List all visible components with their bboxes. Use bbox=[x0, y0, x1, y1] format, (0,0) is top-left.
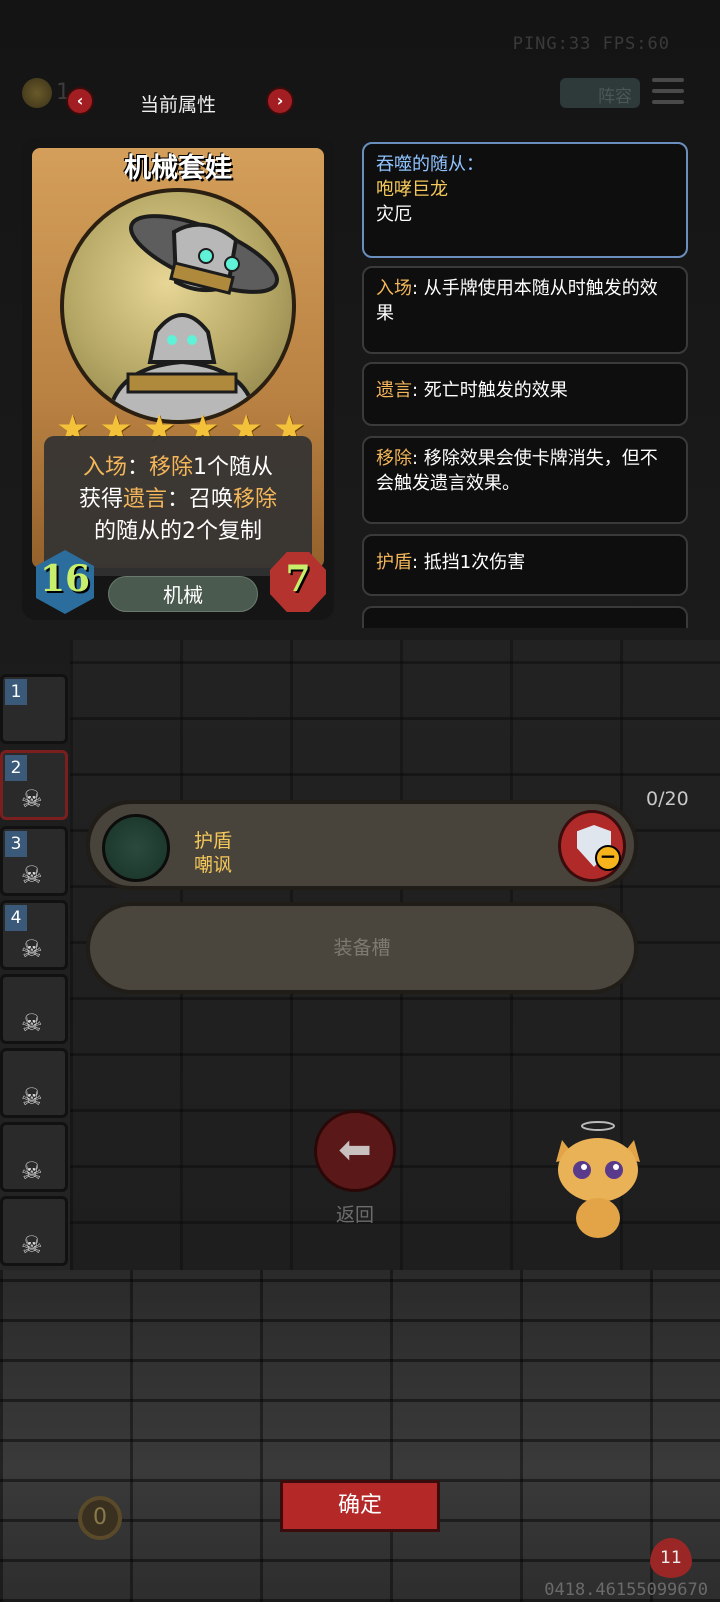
coin-icon bbox=[22, 78, 52, 108]
card-art bbox=[60, 188, 296, 424]
page-title: 当前属性 bbox=[140, 94, 217, 116]
keyword-panel-shield: 护盾: 抵挡1次伤害 bbox=[362, 534, 688, 596]
desc-text: 获得 bbox=[78, 487, 123, 512]
keyword-deathrattle: 遗言 bbox=[122, 487, 167, 512]
cat-mascot-icon bbox=[556, 1121, 640, 1238]
skull-icon: ☠ bbox=[21, 1009, 43, 1037]
bench-slot[interactable]: ☠ bbox=[0, 1196, 68, 1266]
next-arrow-button[interactable]: › bbox=[266, 87, 294, 115]
keyword-desc: : 死亡时触发的效果 bbox=[412, 380, 568, 401]
lineup-button[interactable]: 阵容 bbox=[560, 78, 640, 108]
bench-slot[interactable]: ☠ bbox=[0, 974, 68, 1044]
remove-shield-button[interactable]: − bbox=[558, 810, 626, 882]
keyword-battlecry: 入场 bbox=[82, 455, 127, 480]
bench-number: 1 bbox=[5, 679, 27, 705]
skull-icon: ☠ bbox=[21, 861, 43, 889]
confirm-button[interactable]: 确定 bbox=[280, 1480, 440, 1532]
keyword-desc: : 从手牌使用本随从时触发的效果 bbox=[376, 278, 658, 324]
keyword-panel-remove: 移除: 移除效果会使卡牌消失，但不会触发遗言效果。 bbox=[362, 436, 688, 524]
bench-number: 3 bbox=[5, 831, 27, 857]
card-counter: 0/20 bbox=[646, 788, 689, 810]
card-attack: 16 bbox=[39, 558, 91, 600]
skull-icon: ☠ bbox=[21, 785, 43, 813]
devour-item: 灾厄 bbox=[376, 204, 412, 225]
back-button[interactable]: ⬅ bbox=[314, 1110, 396, 1192]
minus-icon: − bbox=[595, 845, 621, 871]
bench-slot[interactable]: 2 ☠ bbox=[0, 750, 68, 820]
keyword-remove: 移除 bbox=[233, 487, 278, 512]
hero-health: 11 bbox=[650, 1538, 692, 1578]
menu-icon[interactable] bbox=[652, 78, 684, 106]
bench-slot[interactable]: 4 ☠ bbox=[0, 900, 68, 970]
desc-text: 的随从的2个复制 bbox=[94, 519, 262, 544]
attribute-row: 护盾 嘲讽 − bbox=[86, 800, 638, 890]
dungeon-floor bbox=[0, 1270, 720, 1602]
keyword-panel-deathrattle: 遗言: 死亡时触发的效果 bbox=[362, 362, 688, 426]
skull-icon: ☠ bbox=[21, 1083, 43, 1111]
keyword-panel-battlecry: 入场: 从手牌使用本随从时触发的效果 bbox=[362, 266, 688, 354]
attribute-shield: 护盾 bbox=[194, 830, 233, 852]
session-id: 0418.46155099670 bbox=[544, 1580, 708, 1600]
devour-title: 吞噬的随从： bbox=[376, 154, 484, 175]
desc-text: ： bbox=[126, 455, 149, 480]
card-description: 入场：移除1个随从 获得遗言：召唤移除 的随从的2个复制 bbox=[44, 452, 312, 548]
bench-number: 2 bbox=[5, 755, 27, 781]
keyword-panel-partial bbox=[362, 606, 688, 628]
devour-item: 咆哮巨龙 bbox=[376, 179, 448, 200]
card-tribe: 机械 bbox=[108, 576, 258, 612]
keyword-desc: : 移除效果会使卡牌消失，但不会触发遗言效果。 bbox=[376, 448, 658, 494]
skull-icon: ☠ bbox=[21, 935, 43, 963]
bench-slot[interactable]: 3 ☠ bbox=[0, 826, 68, 896]
keyword-desc: : 抵挡1次伤害 bbox=[412, 552, 526, 573]
robot-art-icon bbox=[106, 214, 279, 420]
attribute-icon bbox=[102, 814, 170, 882]
bench-number: 4 bbox=[5, 905, 27, 931]
card-name: 机械套娃 bbox=[124, 153, 232, 184]
back-label: 返回 bbox=[335, 1204, 374, 1226]
keyword-label: 遗言 bbox=[376, 380, 412, 401]
keyword-label: 护盾 bbox=[376, 552, 412, 573]
bench-slot[interactable]: ☠ bbox=[0, 1048, 68, 1118]
desc-text: 1个随从 bbox=[193, 455, 274, 480]
attribute-taunt: 嘲讽 bbox=[194, 854, 233, 876]
keyword-label: 入场 bbox=[376, 278, 412, 299]
equipment-slot[interactable]: 装备槽 bbox=[86, 902, 638, 994]
bench-slot[interactable]: ☠ bbox=[0, 1122, 68, 1192]
desc-text: ：召唤 bbox=[167, 487, 234, 512]
keyword-remove: 移除 bbox=[149, 455, 194, 480]
card-health: 7 bbox=[285, 558, 311, 600]
prev-arrow-button[interactable]: ‹ bbox=[66, 87, 94, 115]
minion-card: 机械套娃 ★ ★ ★ ★ ★ ★ 入场：移除1个随从 获得遗言：召唤移除 的随从… bbox=[22, 138, 334, 620]
ping-fps-readout: PING:33 FPS:60 bbox=[512, 34, 670, 54]
skull-icon: ☠ bbox=[21, 1157, 43, 1185]
devoured-minions-panel: 吞噬的随从： 咆哮巨龙 灾厄 bbox=[362, 142, 688, 258]
bench-slot[interactable]: 1 bbox=[0, 674, 68, 744]
skull-icon: ☠ bbox=[21, 1231, 43, 1259]
keyword-label: 移除 bbox=[376, 448, 412, 469]
gold-counter: 0 bbox=[78, 1496, 122, 1540]
